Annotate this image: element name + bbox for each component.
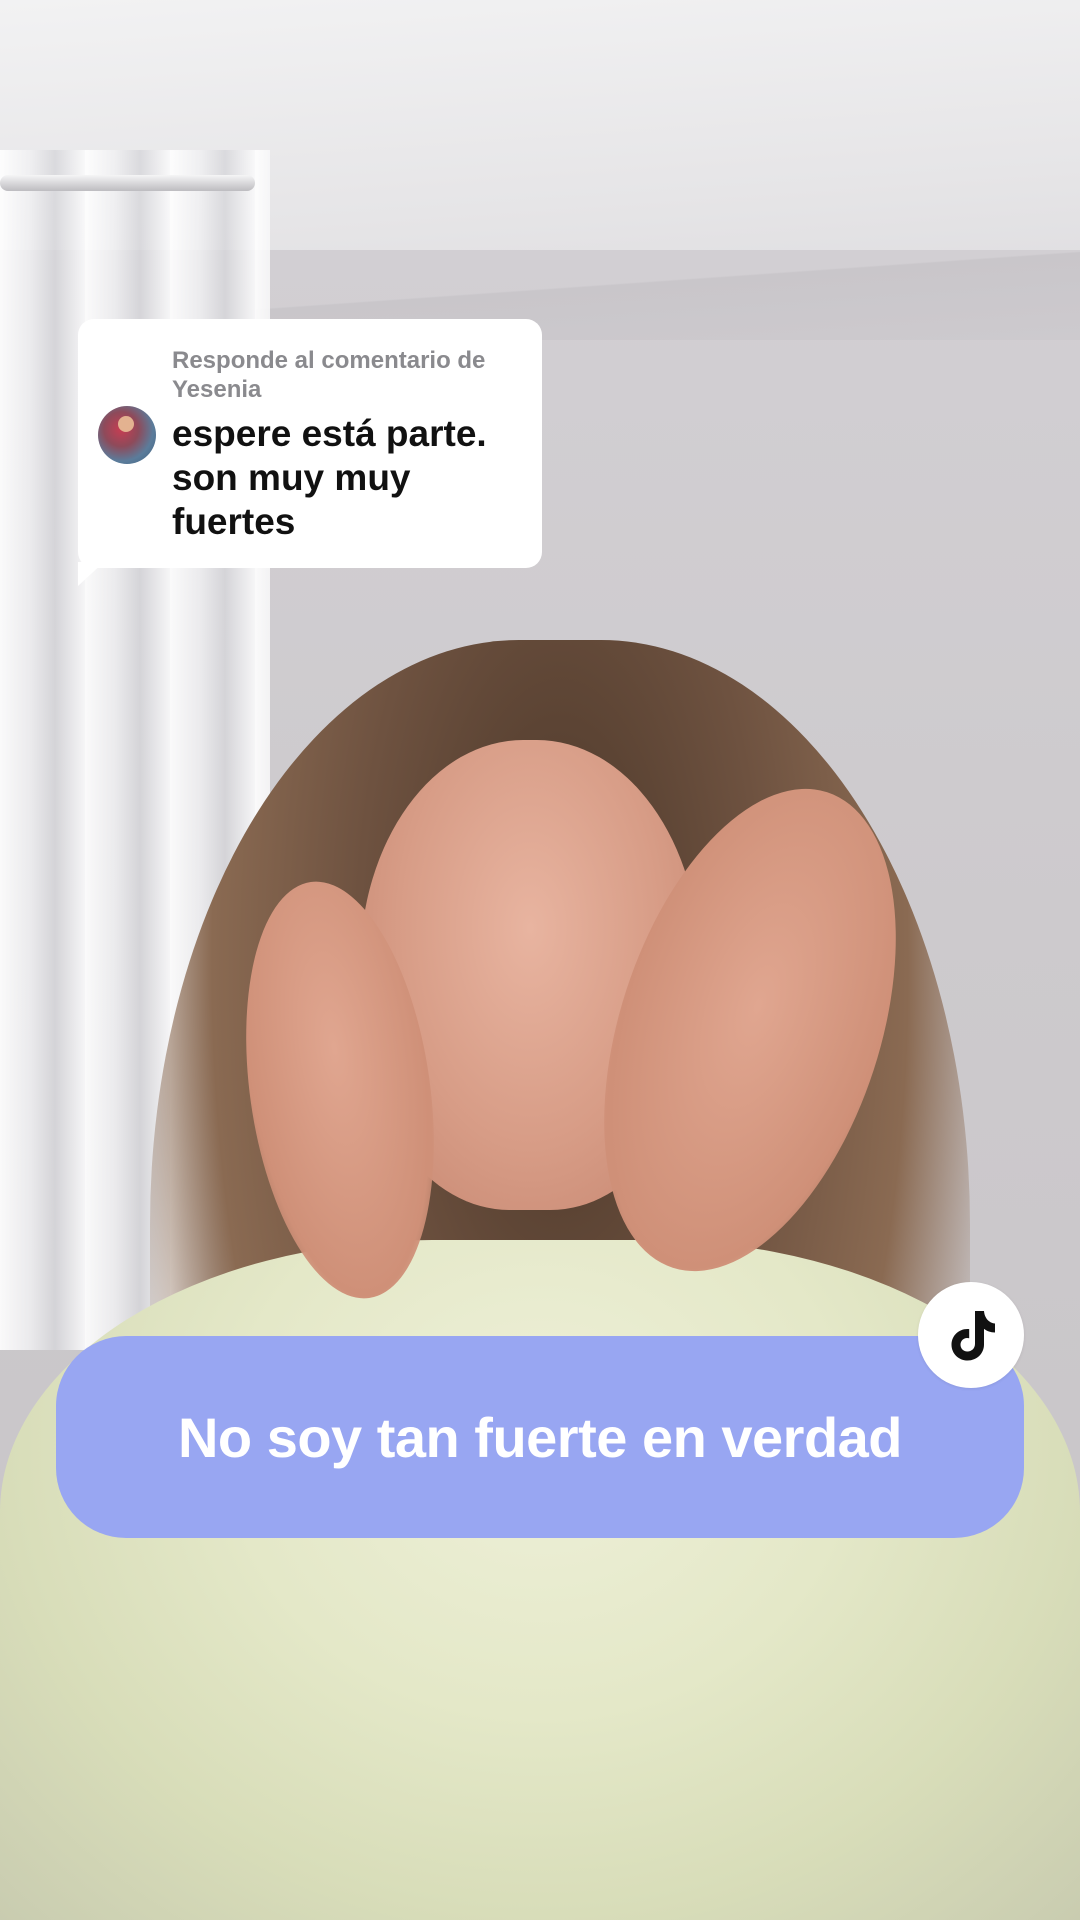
tiktok-logo-icon bbox=[951, 1311, 995, 1361]
caption-text: No soy tan fuerte en verdad bbox=[177, 1405, 903, 1469]
reply-header: Responde al comentario de Yesenia bbox=[172, 347, 486, 403]
caption-pill: No soy tan fuerte en verdad bbox=[56, 1336, 1024, 1538]
video-frame: Responde al comentario de Yesenia espere… bbox=[0, 0, 1080, 1920]
reply-comment-text: espere está parte. son muy muy fuertes bbox=[172, 413, 487, 542]
reply-comment-card[interactable]: Responde al comentario de Yesenia espere… bbox=[78, 319, 542, 568]
tiktok-badge bbox=[918, 1282, 1024, 1388]
curtain-rod bbox=[0, 175, 255, 191]
commenter-avatar bbox=[98, 406, 156, 464]
